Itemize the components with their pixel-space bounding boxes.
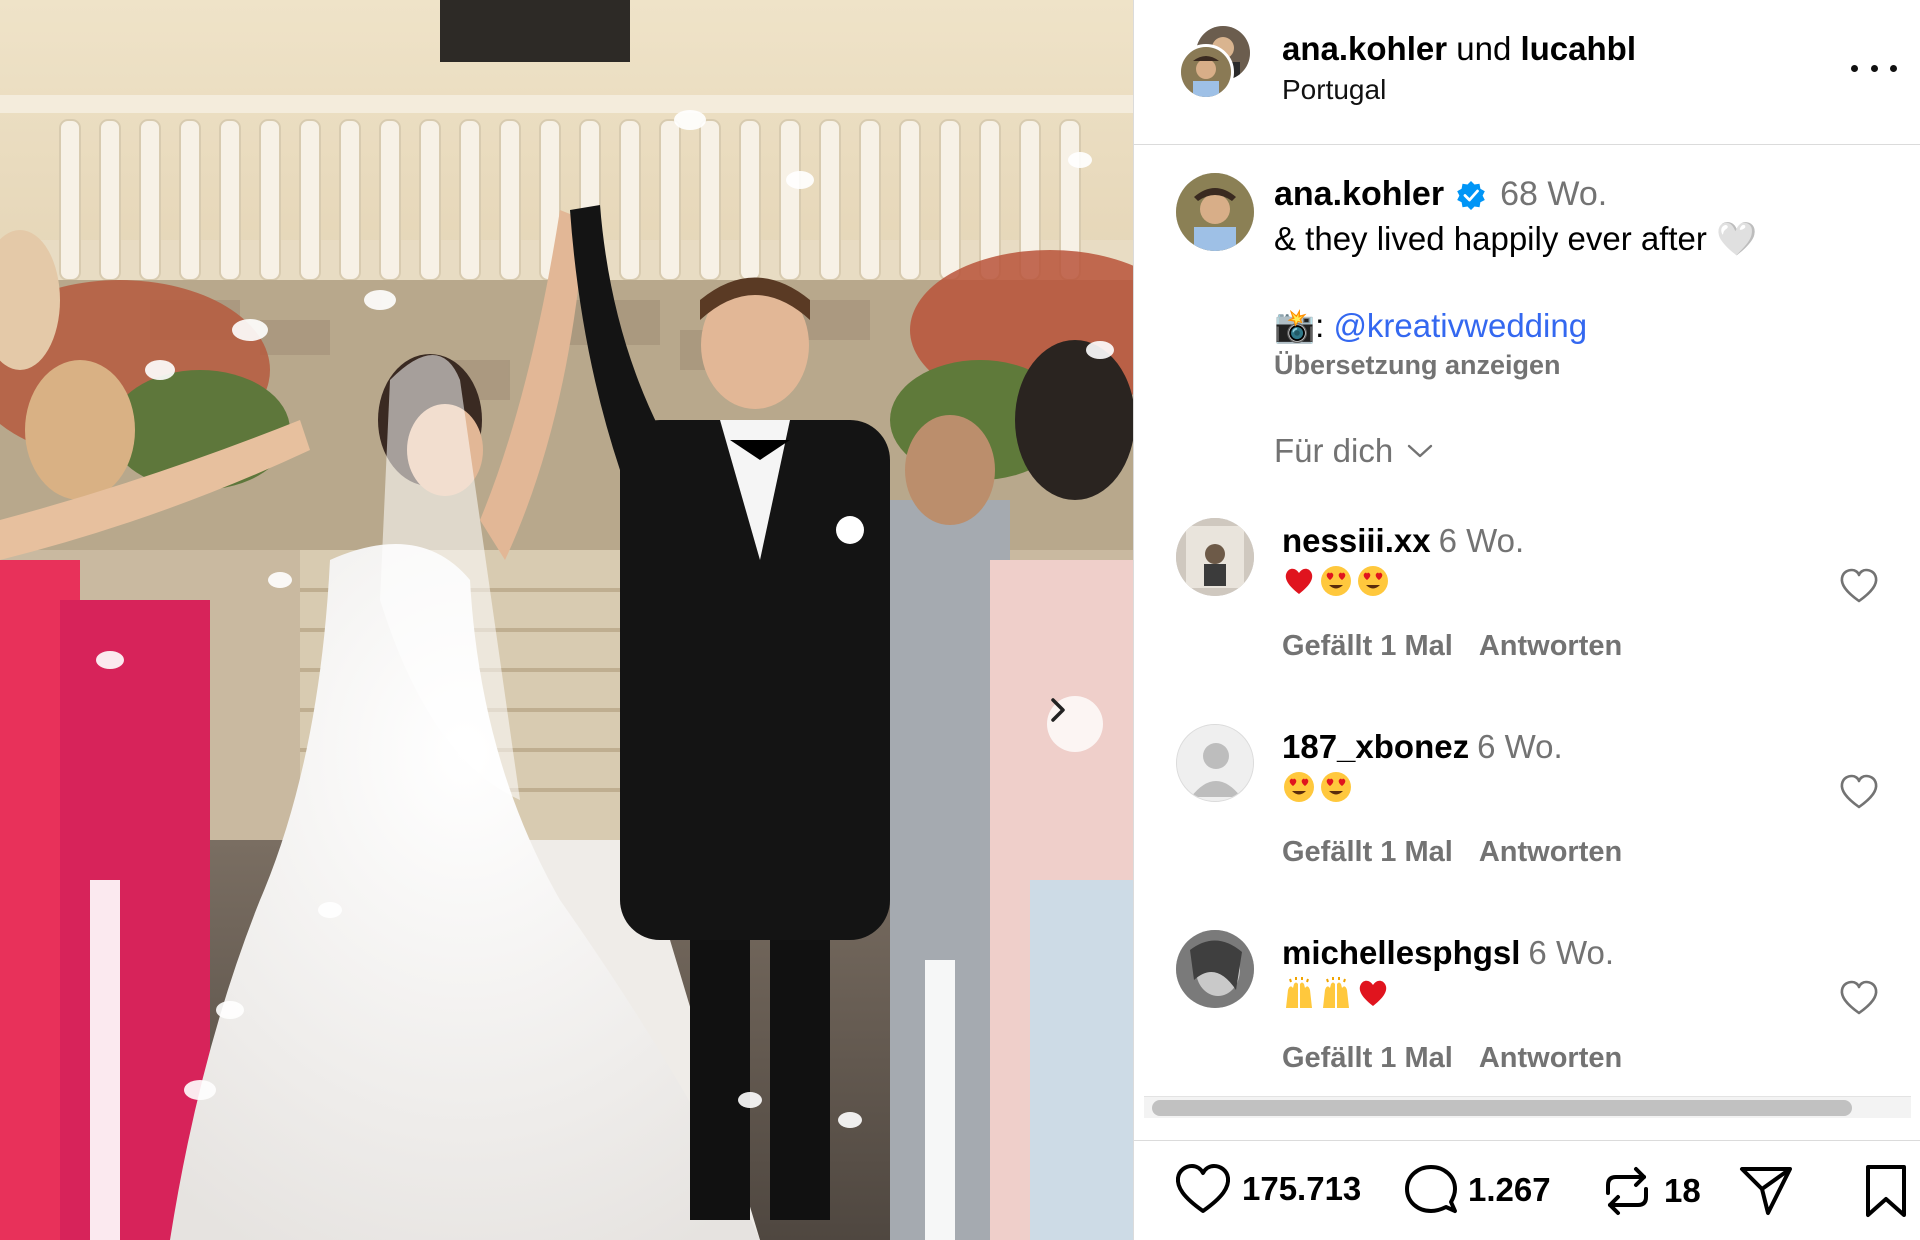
- caption-avatar[interactable]: [1176, 173, 1254, 251]
- post-photo: [0, 0, 1133, 1240]
- comment-meta: Gefällt 1 Mal Antworten: [1282, 836, 1622, 869]
- reply-button[interactable]: Antworten: [1479, 836, 1622, 868]
- show-translation-link[interactable]: Übersetzung anzeigen: [1274, 350, 1561, 381]
- commenter-avatar[interactable]: [1176, 518, 1254, 596]
- raised-hands-emoji-icon: [1323, 977, 1349, 1008]
- caption-text: & they lived happily ever after 🤍: [1274, 220, 1757, 259]
- heart-eyes-emoji-icon: [1321, 566, 1351, 596]
- repost-icon: [1606, 1167, 1648, 1215]
- caption-username[interactable]: ana.kohler: [1274, 175, 1444, 214]
- comment-icon: [1405, 1165, 1457, 1213]
- verified-badge-icon: [1456, 180, 1486, 210]
- credit-separator: :: [1315, 307, 1325, 344]
- save-button[interactable]: [1864, 1163, 1908, 1219]
- comment-like-heart-icon[interactable]: [1839, 774, 1879, 810]
- action-bar: 175.713 1.267 18: [1134, 1140, 1920, 1240]
- chevron-right-icon: [1051, 698, 1065, 722]
- caption-body: & they lived happily ever after: [1274, 220, 1707, 257]
- photo-credit: 📸: @kreativwedding: [1274, 307, 1587, 346]
- comment-like-heart-icon[interactable]: [1839, 568, 1879, 604]
- heart-eyes-emoji-icon: [1284, 772, 1314, 802]
- comment-button[interactable]: 1.267: [1404, 1163, 1551, 1217]
- comment-emojis: [1282, 976, 1390, 1012]
- comment-header: michellesphgsl 6 Wo.: [1282, 934, 1614, 972]
- mention-link[interactable]: @kreativwedding: [1333, 307, 1587, 344]
- comment-like-heart-icon[interactable]: [1839, 980, 1879, 1016]
- author-link-lucahbl[interactable]: lucahbl: [1520, 30, 1636, 67]
- reply-button[interactable]: Antworten: [1479, 630, 1622, 662]
- scrollbar-thumb[interactable]: [1152, 1100, 1852, 1116]
- comment-item: 187_xbonez 6 Wo. Gefällt 1 Mal Antworten: [1134, 724, 1920, 924]
- repost-button[interactable]: 18: [1600, 1163, 1701, 1219]
- camera-emoji: 📸: [1274, 307, 1316, 344]
- comment-sort-label: Für dich: [1274, 432, 1394, 469]
- comment-count[interactable]: 1.267: [1468, 1171, 1551, 1209]
- repost-count[interactable]: 18: [1664, 1172, 1701, 1210]
- author-link-ana-kohler[interactable]: ana.kohler: [1282, 30, 1447, 67]
- comment-header: nessiii.xx 6 Wo.: [1282, 522, 1524, 560]
- comment-meta: Gefällt 1 Mal Antworten: [1282, 1042, 1622, 1075]
- post-header: ana.kohler und lucahbl Portugal: [1134, 0, 1920, 145]
- caption-header: ana.kohler 68 Wo.: [1274, 175, 1607, 214]
- white-heart-emoji: 🤍: [1716, 220, 1758, 257]
- author-connector: und: [1456, 30, 1512, 67]
- wedding-photo-illustration: [0, 0, 1133, 1240]
- comment-likes[interactable]: Gefällt 1 Mal: [1282, 1042, 1453, 1074]
- heart-eyes-emoji-icon: [1358, 566, 1388, 596]
- avatar-ana-kohler[interactable]: [1178, 44, 1234, 100]
- bookmark-icon: [1866, 1165, 1906, 1217]
- caption-timestamp[interactable]: 68 Wo.: [1500, 175, 1607, 214]
- comment-timestamp[interactable]: 6 Wo.: [1439, 522, 1525, 559]
- comment-sort-dropdown[interactable]: Für dich: [1274, 432, 1433, 470]
- commenter-avatar[interactable]: [1176, 724, 1254, 802]
- heart-eyes-emoji-icon: [1321, 772, 1351, 802]
- comment-username[interactable]: nessiii.xx: [1282, 522, 1431, 559]
- raised-hands-emoji-icon: [1286, 977, 1312, 1008]
- comment-meta: Gefällt 1 Mal Antworten: [1282, 630, 1622, 663]
- comment-emojis: [1282, 770, 1353, 806]
- next-photo-button[interactable]: [1047, 696, 1103, 752]
- share-icon: [1740, 1167, 1792, 1215]
- red-heart-emoji-icon: [1285, 568, 1313, 594]
- comment-emojis: [1282, 564, 1390, 600]
- heart-icon: [1175, 1164, 1231, 1213]
- comment-timestamp[interactable]: 6 Wo.: [1477, 728, 1563, 765]
- like-count[interactable]: 175.713: [1242, 1170, 1361, 1208]
- like-button[interactable]: 175.713: [1174, 1163, 1361, 1215]
- comment-timestamp[interactable]: 6 Wo.: [1528, 934, 1614, 971]
- comment-username[interactable]: michellesphgsl: [1282, 934, 1520, 971]
- comment-header: 187_xbonez 6 Wo.: [1282, 728, 1563, 766]
- location-link[interactable]: Portugal: [1282, 74, 1386, 106]
- comment-likes[interactable]: Gefällt 1 Mal: [1282, 630, 1453, 662]
- chevron-down-icon: [1408, 444, 1433, 458]
- commenter-avatar[interactable]: [1176, 930, 1254, 1008]
- share-button[interactable]: [1738, 1163, 1794, 1217]
- reply-button[interactable]: Antworten: [1479, 1042, 1622, 1074]
- post-authors: ana.kohler und lucahbl: [1282, 30, 1636, 68]
- horizontal-scrollbar[interactable]: [1144, 1096, 1911, 1118]
- more-options-icon[interactable]: [1851, 48, 1897, 88]
- comment-username[interactable]: 187_xbonez: [1282, 728, 1469, 765]
- default-avatar-icon: [1177, 725, 1253, 801]
- comment-likes[interactable]: Gefällt 1 Mal: [1282, 836, 1453, 868]
- comment-item: nessiii.xx 6 Wo. Gefällt 1 Mal Antworten: [1134, 518, 1920, 718]
- post-side-panel: ana.kohler und lucahbl Portugal ana.kohl…: [1133, 0, 1920, 1240]
- red-heart-emoji-icon: [1359, 980, 1387, 1006]
